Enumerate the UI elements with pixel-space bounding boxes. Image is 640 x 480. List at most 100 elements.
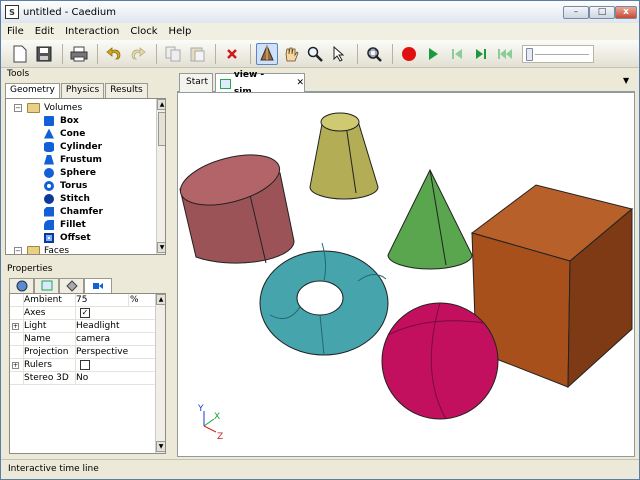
maximize-button[interactable]: □ xyxy=(589,6,615,19)
scroll-up-icon[interactable]: ▲ xyxy=(157,99,165,110)
tools-tabs: Geometry Physics Results xyxy=(5,83,149,99)
3d-viewport[interactable]: Y X Z xyxy=(177,92,635,457)
offset-icon xyxy=(44,232,54,243)
tree-item-cone[interactable]: Cone xyxy=(44,127,85,140)
tree-item-label: Box xyxy=(60,115,79,126)
tree-item-torus[interactable]: Torus xyxy=(44,179,87,192)
tree-scrollbar[interactable]: ▲ ▼ xyxy=(156,99,165,254)
play-icon[interactable] xyxy=(422,43,444,65)
prop-row-axes[interactable]: Axes ✓ xyxy=(10,307,155,320)
expand-icon[interactable]: + xyxy=(12,362,19,369)
cylinder-shape[interactable] xyxy=(178,146,295,264)
scroll-thumb[interactable] xyxy=(158,112,165,146)
step-back-icon[interactable] xyxy=(446,43,468,65)
step-forward-icon[interactable] xyxy=(470,43,492,65)
tree-item-sphere[interactable]: Sphere xyxy=(44,166,96,179)
timeline-slider[interactable] xyxy=(522,44,594,63)
tab-start[interactable]: Start xyxy=(179,73,213,92)
prop-row-projection[interactable]: Projection Perspective xyxy=(10,346,155,359)
torus-shape[interactable] xyxy=(259,242,389,356)
prop-name: Light xyxy=(24,321,47,331)
zoom-icon[interactable] xyxy=(304,43,326,65)
record-icon[interactable] xyxy=(398,43,420,65)
print-icon[interactable] xyxy=(68,43,90,65)
tree-item-chamfer[interactable]: Chamfer xyxy=(44,205,103,218)
tree-group-faces[interactable]: − Faces xyxy=(14,244,69,254)
tree-group-volumes[interactable]: − Volumes xyxy=(14,101,82,114)
cone-shape[interactable] xyxy=(387,168,473,270)
menu-edit[interactable]: Edit xyxy=(35,26,54,37)
torus-icon xyxy=(44,180,54,191)
prop-value[interactable]: 75 xyxy=(76,295,87,305)
tab-camera[interactable] xyxy=(84,278,112,293)
axes-checkbox[interactable]: ✓ xyxy=(80,308,90,318)
prop-value[interactable]: camera xyxy=(76,334,110,344)
scroll-down-icon[interactable]: ▼ xyxy=(156,441,165,452)
scroll-up-icon[interactable]: ▲ xyxy=(156,294,165,305)
tab-geometry[interactable]: Geometry xyxy=(5,83,60,99)
zoom-fit-icon[interactable] xyxy=(363,43,385,65)
tree-item-box[interactable]: Box xyxy=(44,114,79,127)
redo-icon[interactable] xyxy=(127,43,149,65)
paste-icon[interactable] xyxy=(186,43,208,65)
copy-icon[interactable] xyxy=(162,43,184,65)
tab-view-sim[interactable]: view - sim ✕ xyxy=(215,70,305,97)
slider-thumb[interactable] xyxy=(526,47,533,61)
save-icon[interactable] xyxy=(33,43,55,65)
tree-item-label: Offset xyxy=(60,232,91,243)
properties-scrollbar[interactable]: ▲ ▼ xyxy=(155,294,165,453)
stitch-icon xyxy=(44,193,54,204)
tree-item-frustum[interactable]: Frustum xyxy=(44,153,102,166)
tree-item-label: Torus xyxy=(60,180,88,191)
tab-scene[interactable] xyxy=(9,278,34,293)
tab-results[interactable]: Results xyxy=(105,83,148,98)
property-grid: Ambient 75 % Axes ✓ + Light Headlight Na… xyxy=(9,293,166,454)
scroll-down-icon[interactable]: ▼ xyxy=(157,242,165,253)
prop-value[interactable]: Perspective xyxy=(76,347,128,357)
tab-list-menu-icon[interactable]: ▼ xyxy=(623,76,629,85)
collapse-icon[interactable]: − xyxy=(14,103,22,112)
select-geometry-icon[interactable] xyxy=(256,42,278,65)
tree-item-offset[interactable]: Offset xyxy=(44,231,91,244)
menu-help[interactable]: Help xyxy=(169,26,192,37)
frustum-icon xyxy=(44,154,54,165)
close-button[interactable]: x xyxy=(615,6,637,19)
prop-value[interactable]: Headlight xyxy=(76,321,119,331)
sphere-shape[interactable] xyxy=(381,302,499,420)
new-file-icon[interactable] xyxy=(9,43,31,65)
frustum-shape[interactable] xyxy=(309,112,379,200)
prop-row-rulers[interactable]: + Rulers xyxy=(10,359,155,372)
tab-geometry-props[interactable] xyxy=(59,278,84,293)
view-icon xyxy=(220,78,231,89)
undo-icon[interactable] xyxy=(103,43,125,65)
delete-icon[interactable] xyxy=(221,43,243,65)
tree-item-label: Cylinder xyxy=(60,141,103,152)
tree-item-cylinder[interactable]: Cylinder xyxy=(44,140,102,153)
rulers-checkbox[interactable] xyxy=(80,360,90,370)
minimize-button[interactable]: – xyxy=(563,6,589,19)
prop-value[interactable]: No xyxy=(76,373,88,383)
prop-name: Projection xyxy=(24,347,69,357)
tree-item-fillet[interactable]: Fillet xyxy=(44,218,86,231)
axis-z-label: Z xyxy=(217,432,223,442)
tab-physics[interactable]: Physics xyxy=(60,83,105,98)
pan-hand-icon[interactable] xyxy=(280,43,302,65)
prop-row-name[interactable]: Name camera xyxy=(10,333,155,346)
menu-clock[interactable]: Clock xyxy=(130,26,157,37)
prop-row-light[interactable]: + Light Headlight xyxy=(10,320,155,333)
folder-open-icon xyxy=(27,245,40,254)
prop-row-ambient[interactable]: Ambient 75 % xyxy=(10,294,155,307)
close-tab-icon[interactable]: ✕ xyxy=(296,75,304,92)
tab-view[interactable] xyxy=(34,278,59,293)
menu-file[interactable]: File xyxy=(7,26,24,37)
tree-group-label: Volumes xyxy=(44,102,83,113)
app-window: S untitled - Caedium – □ x File Edit Int… xyxy=(0,0,640,480)
pointer-icon[interactable] xyxy=(328,43,350,65)
collapse-icon[interactable]: − xyxy=(14,246,22,254)
tree-item-label: Frustum xyxy=(60,154,102,165)
tree-item-stitch[interactable]: Stitch xyxy=(44,192,90,205)
prop-row-stereo[interactable]: Stereo 3D No xyxy=(10,372,155,385)
expand-icon[interactable]: + xyxy=(12,323,19,330)
menu-interaction[interactable]: Interaction xyxy=(65,26,119,37)
rewind-icon[interactable] xyxy=(494,43,516,65)
